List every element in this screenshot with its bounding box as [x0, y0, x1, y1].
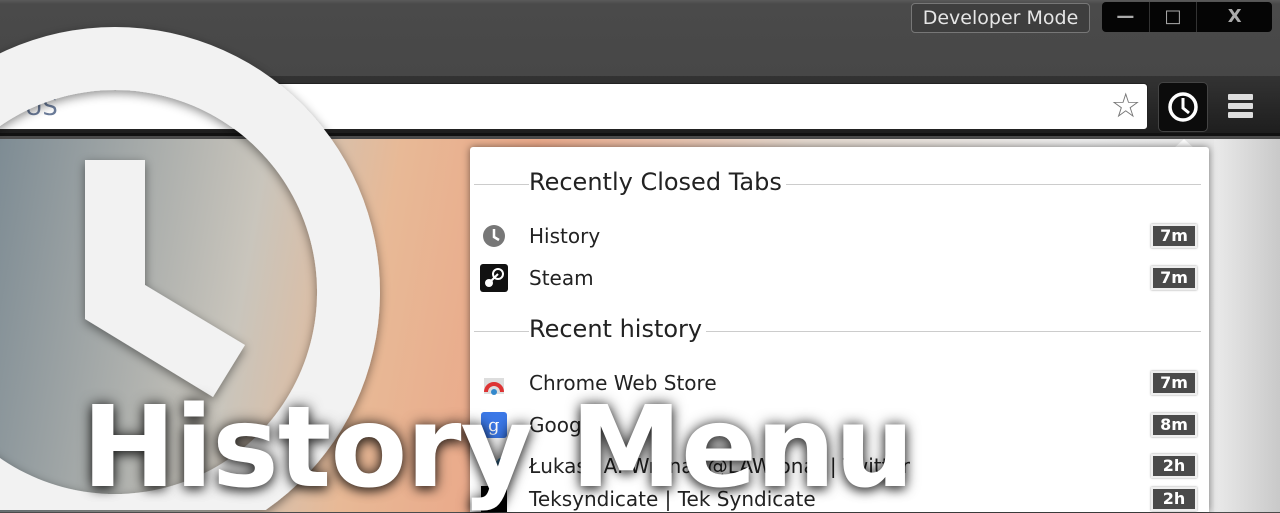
list-item[interactable]: History 7m — [480, 224, 1197, 248]
steam-icon — [480, 264, 508, 292]
section-recent-history: Recent history — [474, 314, 1201, 344]
time-badge: 2h — [1151, 454, 1197, 478]
url-text: n-US — [1, 93, 58, 121]
item-label: History — [529, 224, 601, 248]
time-badge: 7m — [1151, 371, 1197, 395]
history-menu-button[interactable] — [1158, 82, 1208, 132]
maximize-button[interactable]: □ — [1150, 2, 1198, 32]
star-icon[interactable]: ☆ — [1111, 88, 1141, 124]
time-badge: 7m — [1151, 224, 1197, 248]
minimize-button[interactable]: — — [1102, 2, 1150, 32]
history-icon — [480, 222, 508, 250]
chrome-menu-icon[interactable] — [1228, 94, 1253, 121]
page-background-right — [1214, 139, 1280, 512]
window-controls: — □ X — [1102, 2, 1272, 32]
time-badge: 2h — [1151, 487, 1197, 511]
toolbar: n-US ☆ — [0, 76, 1280, 136]
time-badge: 8m — [1151, 413, 1197, 437]
section-title: Recently Closed Tabs — [529, 167, 786, 197]
close-button[interactable]: X — [1197, 2, 1272, 32]
address-bar[interactable]: n-US ☆ — [0, 83, 1148, 130]
section-title: Recent history — [529, 314, 707, 344]
time-badge: 7m — [1151, 266, 1197, 290]
section-recently-closed: Recently Closed Tabs — [474, 167, 1201, 197]
title-bar: Developer Mode — □ X — [0, 0, 1280, 76]
item-label: Steam — [529, 266, 594, 290]
developer-mode-button[interactable]: Developer Mode — [911, 3, 1090, 33]
promo-title: History Menu — [82, 383, 914, 513]
list-item[interactable]: Steam 7m — [480, 264, 1197, 292]
clock-icon — [1168, 92, 1198, 122]
